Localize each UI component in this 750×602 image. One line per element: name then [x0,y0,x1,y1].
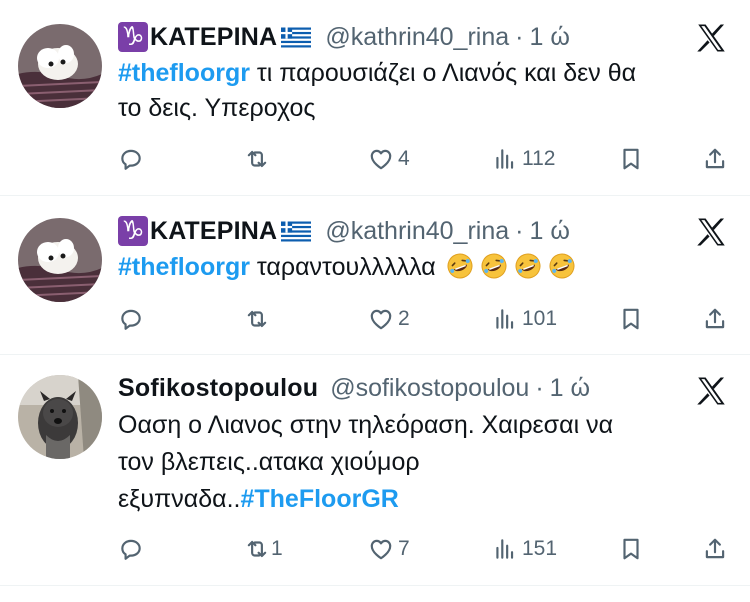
repost-button[interactable] [244,143,274,175]
repost-button[interactable] [244,303,274,335]
view-count: 101 [522,307,558,330]
view-count: 112 [522,147,556,170]
tweet-header: ♑ ΚΑΤΕΡΙΝΑ @kathrin40_rina · 1 ώ [118,215,570,247]
greece-flag-icon [281,27,311,48]
reply-icon [118,306,144,332]
avatar[interactable] [18,375,102,459]
bookmark-button[interactable] [618,533,644,565]
share-icon [702,306,728,332]
tweet-3[interactable]: Sofikostopoulou @sofikostopoulou · 1 ώ Ο… [0,355,750,586]
heart-icon [368,146,394,172]
rofl-emoji-icon [548,252,576,280]
share-button[interactable] [702,143,728,175]
views-button[interactable]: 112 [492,143,555,175]
tweet-header: ♑ ΚΑΤΕΡΙΝΑ @kathrin40_rina · 1 ώ [118,21,570,53]
greece-flag-icon [281,221,311,242]
views-chart-icon [492,306,518,332]
user-handle[interactable]: @kathrin40_rina [325,23,509,52]
bookmark-icon [618,306,644,332]
timestamp[interactable]: 1 ώ [550,374,590,403]
separator-dot: · [535,373,544,402]
reply-button[interactable] [118,533,148,565]
dog-avatar-image [18,375,102,459]
white-rabbit-avatar-image [18,218,102,302]
tweet-header: Sofikostopoulou @sofikostopoulou · 1 ώ [118,372,590,404]
repost-button[interactable]: 1 [244,533,283,565]
text-segment: εξυπναδα.. [118,485,241,513]
text-segment: ταραντουλλλλλα [249,253,436,281]
user-handle[interactable]: @kathrin40_rina [325,217,509,246]
share-icon [702,536,728,562]
avatar[interactable] [18,24,102,108]
action-bar: 2 101 [118,303,738,335]
views-chart-icon [492,146,518,172]
hashtag-link[interactable]: #thefloorgr [118,59,250,87]
tweet-text: Οαση ο Λιανος στην τηλεόραση. Χαιρεσαι ν… [118,407,708,518]
repost-icon [244,146,270,172]
reply-icon [118,536,144,562]
reply-button[interactable] [118,303,148,335]
like-count: 7 [398,537,410,560]
hashtag-link[interactable]: #TheFloorGR [240,485,398,513]
display-name[interactable]: Sofikostopoulou [118,374,318,403]
views-chart-icon [492,536,518,562]
action-bar: 1 7 151 [118,533,738,565]
separator-dot: · [515,22,524,51]
tweet-2[interactable]: ♑ ΚΑΤΕΡΙΝΑ @kathrin40_rina · 1 ώ #theflo… [0,196,750,355]
bookmark-button[interactable] [618,303,644,335]
reply-button[interactable] [118,143,148,175]
views-button[interactable]: 101 [492,303,557,335]
tweet-text-line: #thefloorgr τι παρουσιάζει ο Λιανός και … [118,56,708,91]
repost-icon [244,306,270,332]
rofl-emoji-icon [446,252,474,280]
tweet-text-line: εξυπναδα..#TheFloorGR [118,481,708,518]
tweet-1[interactable]: ♑ ΚΑΤΕΡΙΝΑ @kathrin40_rina · 1 ώ #theflo… [0,0,750,196]
view-count: 151 [522,537,558,560]
share-icon [702,146,728,172]
like-count: 2 [398,307,410,330]
action-bar: 4 112 [118,143,738,175]
tweet-text-line: το δεις. Υπεροχος [118,94,316,122]
repost-count: 1 [271,537,283,560]
x-logo-icon[interactable] [694,215,728,249]
avatar[interactable] [18,218,102,302]
like-button[interactable]: 4 [368,143,410,175]
like-button[interactable]: 7 [368,533,410,565]
like-count: 4 [398,147,410,170]
timestamp[interactable]: 1 ώ [529,217,569,246]
repost-icon [244,536,270,562]
tweet-text-line: τον βλεπεις..ατακα χιούμορ [118,448,420,476]
reply-icon [118,146,144,172]
share-button[interactable] [702,303,728,335]
hashtag-link[interactable]: #thefloorgr [118,253,250,281]
heart-icon [368,306,394,332]
heart-icon [368,536,394,562]
display-name[interactable]: ΚΑΤΕΡΙΝΑ [150,217,277,246]
user-handle[interactable]: @sofikostopoulou [330,374,529,403]
bookmark-button[interactable] [618,143,644,175]
bookmark-icon [618,146,644,172]
like-button[interactable]: 2 [368,303,410,335]
separator-dot: · [515,216,524,245]
views-button[interactable]: 151 [492,533,557,565]
capricorn-icon: ♑ [118,216,148,246]
tweet-text: #thefloorgr τι παρουσιάζει ο Λιανός και … [118,56,708,126]
bookmark-icon [618,536,644,562]
white-rabbit-avatar-image [18,24,102,108]
x-logo-icon[interactable] [694,374,728,408]
timestamp[interactable]: 1 ώ [529,23,569,52]
capricorn-icon: ♑ [118,22,148,52]
text-segment: τι παρουσιάζει ο Λιανός και δεν θα [249,59,637,87]
tweet-text: #thefloorgr ταραντουλλλλλα [118,250,708,285]
rofl-emoji-icon [480,252,508,280]
x-logo-icon[interactable] [694,21,728,55]
tweet-text-line: #thefloorgr ταραντουλλλλλα [118,250,708,285]
share-button[interactable] [702,533,728,565]
rofl-emoji-icon [514,252,542,280]
display-name[interactable]: ΚΑΤΕΡΙΝΑ [150,23,277,52]
tweet-text-line: Οαση ο Λιανος στην τηλεόραση. Χαιρεσαι ν… [118,411,614,439]
